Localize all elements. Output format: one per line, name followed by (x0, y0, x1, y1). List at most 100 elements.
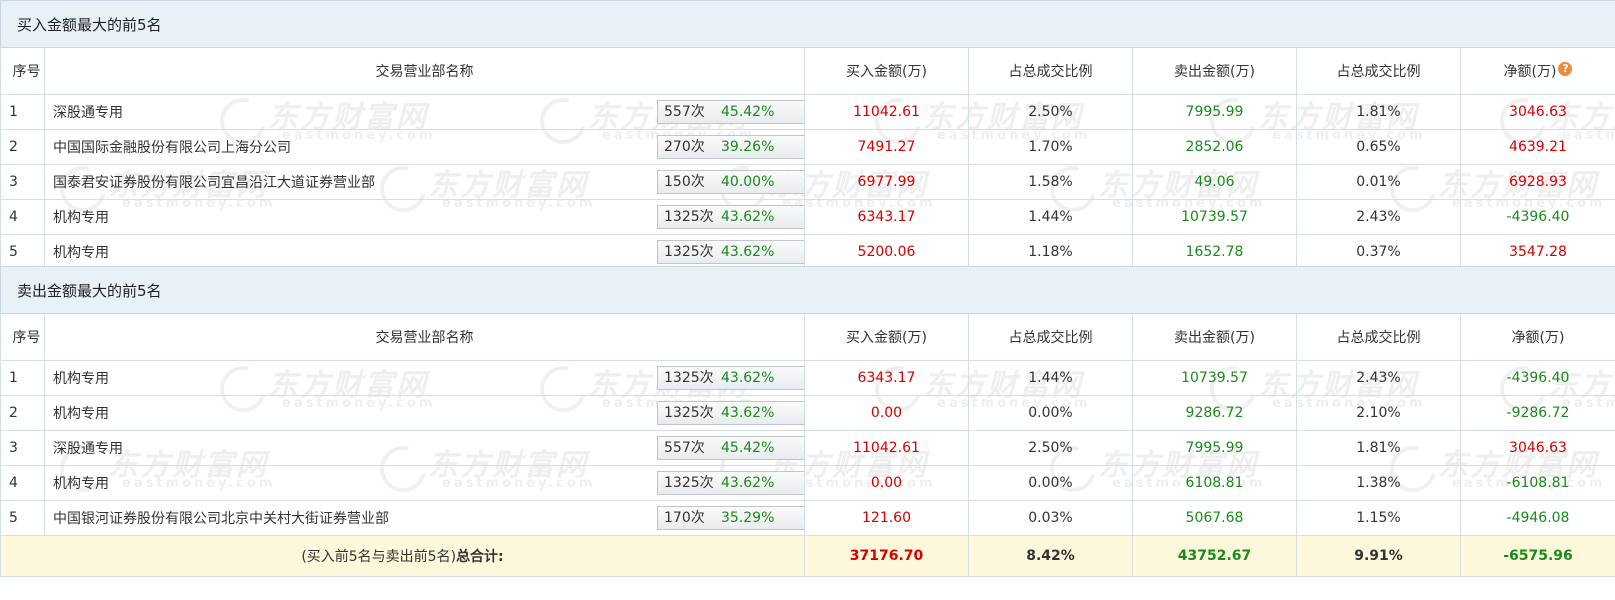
row-index: 4 (0, 465, 45, 501)
broker-stats-box[interactable]: 150次 40.00% (657, 170, 804, 194)
sell-amount: 5067.68 (1132, 500, 1297, 536)
buy-amount: 11042.61 (804, 94, 969, 130)
broker-times: 1325次 (664, 244, 714, 260)
broker-win-rate: 43.62% (721, 209, 775, 225)
broker-stats-box[interactable]: 1325次43.62%? (657, 366, 804, 390)
sell-ratio: 2.10% (1296, 395, 1461, 431)
row-index: 3 (0, 164, 45, 200)
sell-ratio: 1.38% (1296, 465, 1461, 501)
broker-cell: 中国国际金融股份有限公司上海分公司 270次 39.26% (44, 129, 805, 165)
broker-cell: 深股通专用 557次 45.42% (44, 430, 805, 466)
total-label-prefix: (买入前5名与卖出前5名) (301, 549, 457, 565)
buy-amount: 5200.06 (804, 234, 969, 270)
sell-ratio: 0.65% (1296, 129, 1461, 165)
broker-win-rate: 35.29% (721, 510, 775, 526)
net-amount: -9286.72 (1460, 395, 1615, 431)
broker-name[interactable]: 深股通专用 (53, 438, 123, 458)
broker-name[interactable]: 深股通专用 (53, 102, 123, 122)
broker-times: 1325次 (664, 475, 714, 491)
col-buy-pct-header: 占总成交比例 (968, 313, 1133, 361)
broker-stats-box[interactable]: 1325次 43.62% (657, 401, 804, 425)
col-name-header: 交易营业部名称 (44, 313, 805, 361)
broker-cell: 深股通专用 557次45.42%? (44, 94, 805, 130)
buy-amount: 7491.27 (804, 129, 969, 165)
col-sell-pct-header: 占总成交比例 (1296, 47, 1461, 95)
broker-name[interactable]: 机构专用 (53, 473, 109, 493)
buy-table-body: 1深股通专用557次45.42%?11042.612.50%7995.991.8… (0, 94, 1615, 270)
row-index: 1 (0, 94, 45, 130)
broker-name[interactable]: 机构专用 (53, 207, 109, 227)
broker-name[interactable]: 机构专用 (53, 242, 109, 262)
broker-stats-box[interactable]: 170次 35.29% (657, 506, 804, 530)
broker-times: 150次 (664, 174, 705, 190)
net-amount: -6108.81 (1460, 465, 1615, 501)
buy-ratio: 2.50% (968, 94, 1133, 130)
row-index: 2 (0, 395, 45, 431)
net-help-icon[interactable]: ? (1558, 62, 1573, 76)
row-index: 5 (0, 234, 45, 270)
col-idx-header: 序号 (0, 47, 45, 95)
broker-win-rate: 39.26% (721, 139, 775, 155)
net-amount: -4396.40 (1460, 199, 1615, 235)
broker-cell: 机构专用 1325次 43.62% (44, 234, 805, 270)
buy-amount: 6343.17 (804, 360, 969, 396)
table-row: 2 中国国际金融股份有限公司上海分公司 270次 39.26% 7491.27 1.70%… (0, 129, 1615, 165)
broker-win-rate: 43.62% (721, 475, 775, 491)
col-net-header: 净额(万)? (1460, 47, 1615, 95)
broker-stats-box[interactable]: 557次45.42%? (657, 100, 804, 124)
buy-amount: 11042.61 (804, 430, 969, 466)
broker-stats-box[interactable]: 270次 39.26% (657, 135, 804, 159)
broker-cell: 国泰君安证券股份有限公司宜昌沿江大道证券营业部 150次 40.00% (44, 164, 805, 200)
sell-ratio: 1.15% (1296, 500, 1461, 536)
buy-ratio: 0.00% (968, 395, 1133, 431)
table-row: 4 机构专用 1325次 43.62% 6343.17 1.44% 10739.57 2.43… (0, 199, 1615, 235)
col-sell-header: 卖出金额(万) (1132, 47, 1297, 95)
total-buy: 37176.70 (804, 535, 969, 577)
col-buy-header: 买入金额(万) (804, 47, 969, 95)
broker-name[interactable]: 机构专用 (53, 368, 109, 388)
broker-name[interactable]: 中国银河证券股份有限公司北京中关村大街证券营业部 (53, 508, 389, 528)
broker-times: 1325次 (664, 405, 714, 421)
sell-ratio: 1.81% (1296, 94, 1461, 130)
broker-win-rate: 40.00% (721, 174, 775, 190)
broker-stats-box[interactable]: 1325次 43.62% (657, 205, 804, 229)
net-amount: -4946.08 (1460, 500, 1615, 536)
sell-amount: 2852.06 (1132, 129, 1297, 165)
buy-ratio: 0.03% (968, 500, 1133, 536)
broker-win-rate: 43.62% (721, 370, 775, 386)
sell-top5-table: 卖出金额最大的前5名 序号 交易营业部名称 买入金额(万) 占总成交比例 卖出金… (0, 266, 1615, 577)
net-amount: 3046.63 (1460, 430, 1615, 466)
sell-amount: 10739.57 (1132, 360, 1297, 396)
buy-ratio: 2.50% (968, 430, 1133, 466)
broker-times: 270次 (664, 139, 705, 155)
buy-amount: 6977.99 (804, 164, 969, 200)
broker-stats-box[interactable]: 1325次 43.62% (657, 471, 804, 495)
sell-column-header-row: 序号 交易营业部名称 买入金额(万) 占总成交比例 卖出金额(万) 占总成交比例… (0, 313, 1615, 361)
table-row: 1机构专用1325次43.62%?6343.171.44%10739.572.4… (0, 360, 1615, 396)
buy-amount: 0.00 (804, 395, 969, 431)
broker-stats-box[interactable]: 557次 45.42% (657, 436, 804, 460)
total-buy-pct: 8.42% (968, 535, 1133, 577)
broker-times: 170次 (664, 510, 705, 526)
sell-section-title: 卖出金额最大的前5名 (0, 266, 1615, 314)
buy-ratio: 1.70% (968, 129, 1133, 165)
col-name-header: 交易营业部名称 (44, 47, 805, 95)
broker-win-rate: 43.62% (721, 244, 775, 260)
sell-section-header: 卖出金额最大的前5名 (0, 266, 1615, 314)
broker-name[interactable]: 机构专用 (53, 403, 109, 423)
broker-cell: 机构专用 1325次 43.62% (44, 395, 805, 431)
buy-ratio: 1.44% (968, 360, 1133, 396)
col-net-header: 净额(万) (1460, 313, 1615, 361)
broker-stats-box[interactable]: 1325次 43.62% (657, 240, 804, 264)
sell-amount: 49.06 (1132, 164, 1297, 200)
table-row: 3 深股通专用 557次 45.42% 11042.61 2.50% 7995.99 1.81… (0, 430, 1615, 466)
total-net: -6575.96 (1460, 535, 1615, 577)
net-amount: -4396.40 (1460, 360, 1615, 396)
broker-win-rate: 43.62% (721, 405, 775, 421)
broker-times: 557次 (664, 104, 705, 120)
broker-name[interactable]: 国泰君安证券股份有限公司宜昌沿江大道证券营业部 (53, 172, 375, 192)
row-index: 5 (0, 500, 45, 536)
table-row: 1深股通专用557次45.42%?11042.612.50%7995.991.8… (0, 94, 1615, 130)
broker-name[interactable]: 中国国际金融股份有限公司上海分公司 (53, 137, 291, 157)
buy-ratio: 1.58% (968, 164, 1133, 200)
